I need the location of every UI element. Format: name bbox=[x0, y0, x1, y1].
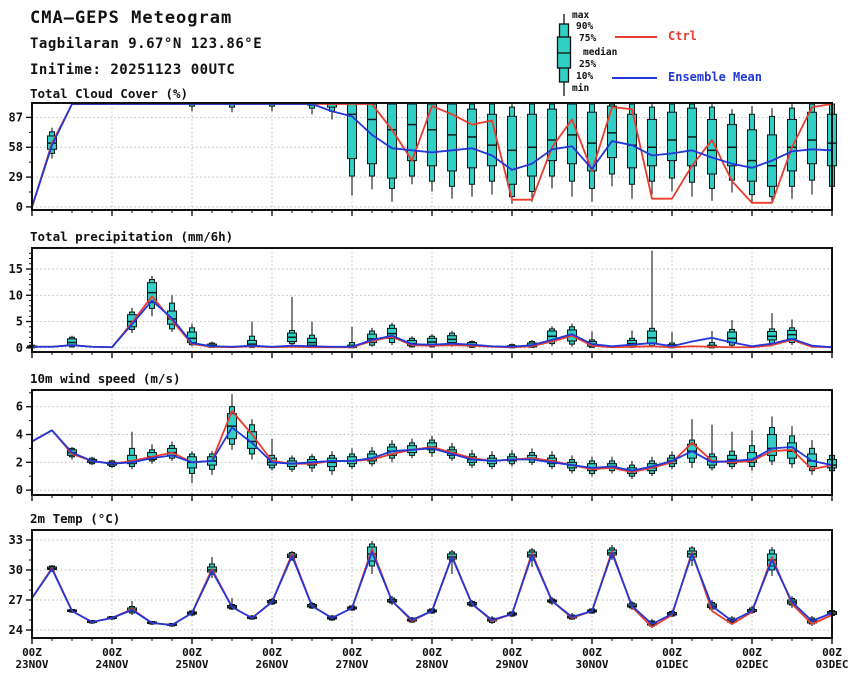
svg-text:29NOV: 29NOV bbox=[495, 658, 528, 671]
svg-text:23NOV: 23NOV bbox=[15, 658, 48, 671]
svg-text:6: 6 bbox=[16, 400, 23, 414]
panel-wind-speed: 0 2 4 6 bbox=[16, 389, 838, 501]
station-coordinates: Tagbilaran 9.67°N 123.86°E bbox=[30, 36, 263, 52]
panel-title-wind-speed: 10m wind speed (m/s) bbox=[30, 371, 181, 386]
svg-text:58: 58 bbox=[9, 140, 23, 154]
panel-title-cloud-cover: Total Cloud Cover (%) bbox=[30, 86, 189, 101]
ensemble-mean-legend-label: Ensemble Mean bbox=[668, 70, 762, 84]
panel-cloud-cover: 0 29 58 87 bbox=[9, 102, 838, 216]
panel-precipitation: 0 5 10 15 bbox=[9, 247, 833, 358]
legend-label-median: median bbox=[583, 47, 618, 58]
svg-text:24NOV: 24NOV bbox=[95, 658, 128, 671]
svg-text:29: 29 bbox=[9, 170, 23, 184]
page-title: CMA—GEPS Meteogram bbox=[30, 8, 233, 28]
panel-title-temperature: 2m Temp (°C) bbox=[30, 511, 121, 526]
svg-text:0: 0 bbox=[16, 483, 23, 497]
svg-text:02DEC: 02DEC bbox=[735, 658, 768, 671]
legend-label-min: min bbox=[572, 83, 590, 94]
svg-text:01DEC: 01DEC bbox=[655, 658, 688, 671]
svg-text:27NOV: 27NOV bbox=[335, 658, 368, 671]
legend-label-10pct: 10% bbox=[576, 71, 594, 82]
svg-text:15: 15 bbox=[9, 262, 23, 276]
legend-label-75pct: 75% bbox=[579, 33, 597, 44]
ctrl-legend-line bbox=[615, 36, 657, 38]
init-time: IniTime: 20251123 00UTC bbox=[30, 62, 236, 78]
svg-text:10: 10 bbox=[9, 288, 23, 302]
svg-text:2: 2 bbox=[16, 455, 23, 469]
svg-text:25NOV: 25NOV bbox=[175, 658, 208, 671]
panel-title-precipitation: Total precipitation (mm/6h) bbox=[30, 229, 234, 244]
legend-label-90pct: 90% bbox=[576, 21, 594, 32]
svg-text:0: 0 bbox=[16, 341, 23, 355]
svg-text:87: 87 bbox=[9, 110, 23, 124]
svg-text:26NOV: 26NOV bbox=[255, 658, 288, 671]
legend-label-max: max bbox=[572, 10, 590, 21]
ensemble-mean-legend-line bbox=[612, 77, 657, 79]
ctrl-legend-label: Ctrl bbox=[668, 29, 697, 43]
svg-text:0: 0 bbox=[16, 200, 23, 214]
x-axis-labels: 00Z23NOV00Z24NOV00Z25NOV00Z26NOV00Z27NOV… bbox=[15, 646, 848, 671]
svg-text:30NOV: 30NOV bbox=[575, 658, 608, 671]
meteogram-chart: 029588705101502462427303300Z23NOV00Z24NO… bbox=[9, 102, 849, 671]
legend-label-25pct: 25% bbox=[579, 59, 597, 70]
panel-temperature: 24 27 30 33 bbox=[9, 529, 838, 644]
svg-text:24: 24 bbox=[9, 623, 23, 637]
svg-text:30: 30 bbox=[9, 563, 23, 577]
svg-text:4: 4 bbox=[16, 428, 23, 442]
svg-text:03DEC: 03DEC bbox=[815, 658, 848, 671]
meteogram-screen: 0 29 58 87 0 5 10 15 0 2 4 6 24 27 30 33 00Z 23NOV 00Z 24NO… bbox=[0, 0, 860, 680]
svg-text:27: 27 bbox=[9, 593, 23, 607]
svg-text:33: 33 bbox=[9, 533, 23, 547]
svg-text:5: 5 bbox=[16, 315, 23, 329]
svg-text:28NOV: 28NOV bbox=[415, 658, 448, 671]
